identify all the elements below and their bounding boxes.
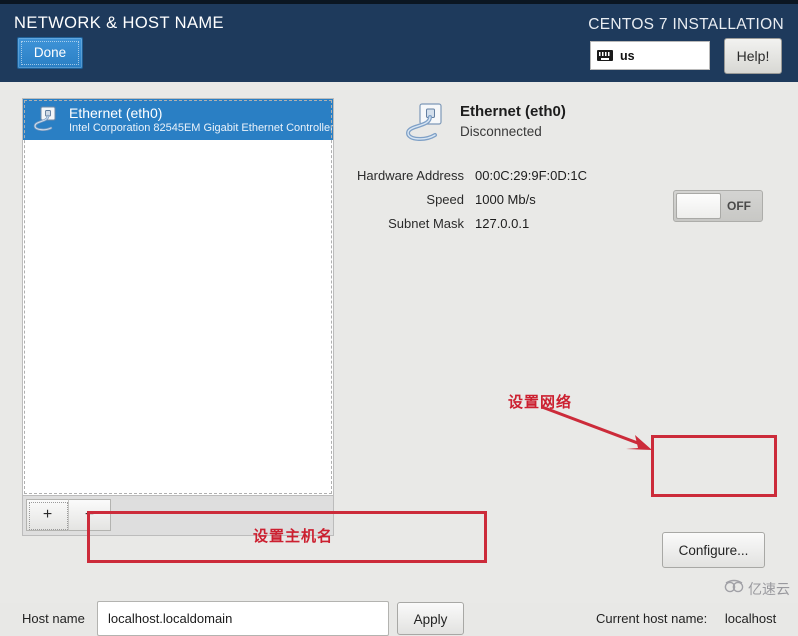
done-button[interactable]: Done (17, 37, 83, 69)
installer-screen: NETWORK & HOST NAME CENTOS 7 INSTALLATIO… (0, 0, 798, 636)
ethernet-icon (404, 102, 450, 148)
info-row-speed: Speed 1000 Mb/s (340, 192, 670, 207)
device-info-grid: Hardware Address 00:0C:29:9F:0D:1C Speed… (340, 168, 670, 240)
list-item-description: Intel Corporation 82545EM Gigabit Ethern… (69, 121, 334, 134)
keyboard-layout-label: us (620, 48, 635, 63)
done-button-label: Done (33, 45, 67, 60)
header-top-edge (0, 0, 798, 4)
info-label: Speed (426, 192, 464, 207)
keyboard-layout-indicator[interactable]: us (590, 41, 710, 70)
help-button-label: Help! (736, 48, 770, 64)
hostname-label: Host name (22, 611, 85, 626)
watermark: 亿速云 (723, 578, 790, 599)
info-label: Subnet Mask (388, 216, 464, 231)
add-device-label: + (42, 506, 53, 523)
current-hostname: Current host name: localhost (596, 611, 776, 626)
help-button[interactable]: Help! (724, 38, 782, 74)
hostname-input[interactable] (97, 601, 389, 636)
configure-button-label: Configure... (678, 543, 749, 558)
device-state: Disconnected (460, 124, 542, 139)
page-title: NETWORK & HOST NAME (14, 14, 224, 32)
product-title: CENTOS 7 INSTALLATION (588, 16, 784, 33)
list-item[interactable]: Ethernet (eth0) Intel Corporation 82545E… (23, 99, 334, 140)
current-hostname-label: Current host name: (596, 611, 708, 626)
ethernet-icon (32, 106, 62, 134)
device-name: Ethernet (eth0) (460, 103, 566, 120)
info-value: 00:0C:29:9F:0D:1C (475, 168, 588, 183)
cloud-logo-icon (723, 578, 745, 599)
watermark-text: 亿速云 (748, 581, 790, 598)
list-item-texts: Ethernet (eth0) Intel Corporation 82545E… (69, 104, 334, 135)
toggle-state-label: OFF (727, 199, 751, 213)
toggle-knob (676, 193, 721, 219)
apply-button[interactable]: Apply (397, 602, 464, 635)
current-hostname-value: localhost (724, 611, 777, 626)
add-device-button[interactable]: + (26, 499, 69, 531)
remove-device-label: − (84, 506, 95, 523)
info-label: Hardware Address (357, 168, 464, 183)
network-device-list[interactable]: Ethernet (eth0) Intel Corporation 82545E… (22, 98, 334, 496)
list-item-title: Ethernet (eth0) (69, 104, 163, 121)
device-list-toolbar: + − (22, 496, 334, 536)
device-enable-toggle[interactable]: OFF (673, 190, 763, 222)
info-value: 1000 Mb/s (475, 192, 536, 207)
device-detail-header: Ethernet (eth0) Disconnected (404, 102, 566, 148)
device-detail-texts: Ethernet (eth0) Disconnected (460, 102, 566, 141)
main-content: Ethernet (eth0) Intel Corporation 82545E… (0, 82, 798, 636)
info-value: 127.0.0.1 (475, 216, 530, 231)
apply-button-label: Apply (413, 612, 448, 627)
info-row-subnet-mask: Subnet Mask 127.0.0.1 (340, 216, 670, 231)
configure-button[interactable]: Configure... (662, 532, 765, 568)
keyboard-icon (597, 50, 613, 61)
remove-device-button[interactable]: − (68, 499, 111, 531)
installer-header: NETWORK & HOST NAME CENTOS 7 INSTALLATIO… (0, 0, 798, 82)
info-row-hardware-address: Hardware Address 00:0C:29:9F:0D:1C (340, 168, 670, 183)
